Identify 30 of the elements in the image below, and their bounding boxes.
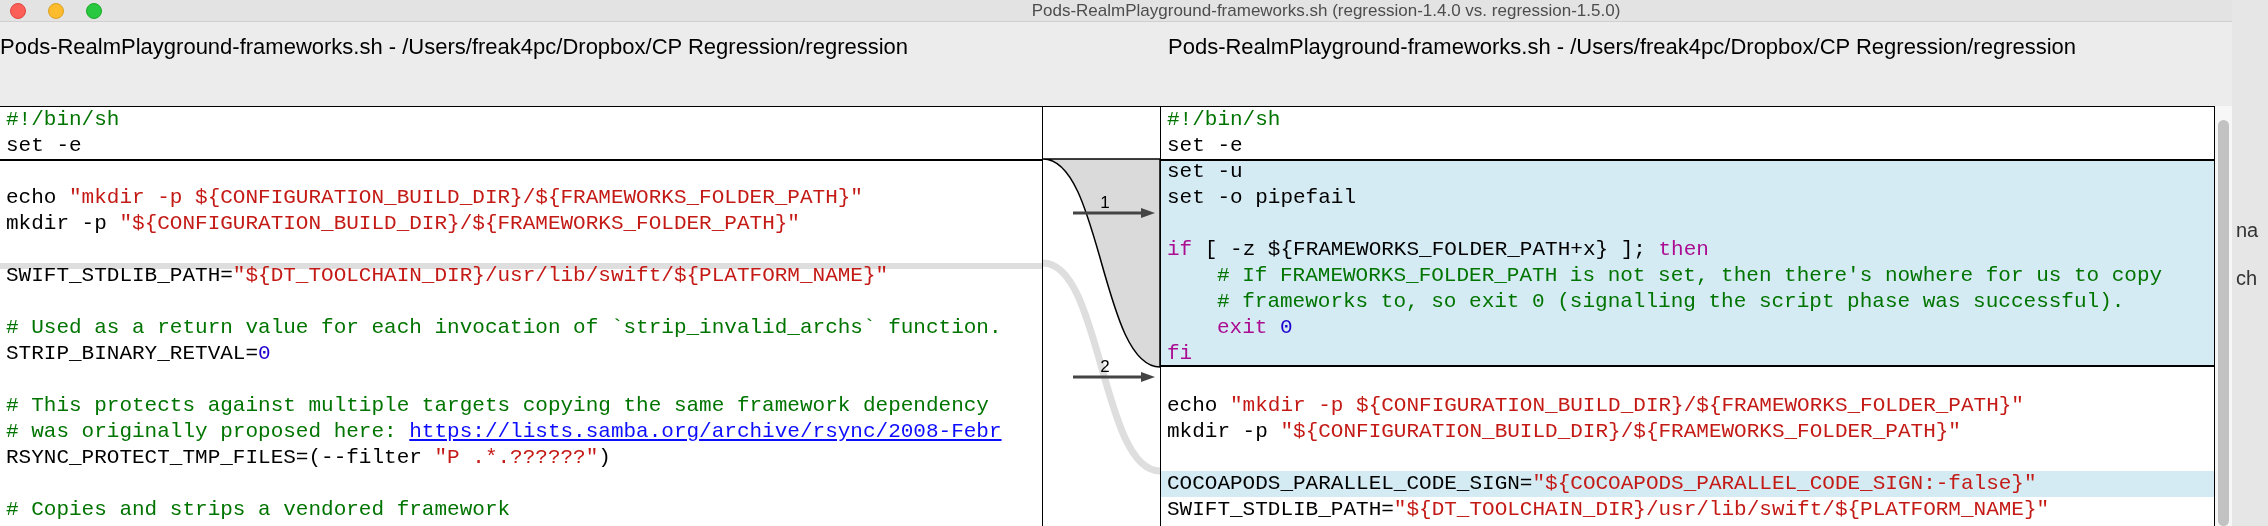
window-title: Pods-RealmPlayground-frameworks.sh (regression-1.4.0 vs. regression-1.5.0)	[1031, 0, 1621, 22]
code-line: # Copies and strips a vendored framework	[5, 497, 512, 523]
code-line: SWIFT_STDLIB_PATH="${DT_TOOLCHAIN_DIR}/usr/lib/swift/${PLATFORM_NAME}"	[1166, 497, 2051, 523]
diff-number: 1	[1100, 193, 1110, 212]
code-line: #!/bin/sh	[1166, 107, 1282, 133]
arrow[interactable]	[1073, 372, 1155, 382]
scrollbar[interactable]	[2215, 106, 2232, 526]
background-text: na	[2235, 218, 2260, 243]
code-line: mkdir -p "${CONFIGURATION_BUILD_DIR}/${FRAMEWORKS_FOLDER_PATH}"	[5, 211, 801, 237]
zoom-button[interactable]	[86, 3, 102, 19]
minimize-button[interactable]	[48, 3, 64, 19]
arrow[interactable]	[1073, 208, 1155, 218]
code-line: echo "mkdir -p ${CONFIGURATION_BUILD_DIR}/${FRAMEWORKS_FOLDER_PATH}"	[5, 185, 864, 211]
code-line: SWIFT_STDLIB_PATH="${DT_TOOLCHAIN_DIR}/usr/lib/swift/${PLATFORM_NAME}"	[0, 263, 1042, 289]
close-button[interactable]	[10, 3, 26, 19]
code-line: #!/bin/sh	[5, 107, 121, 133]
code-line: # This protects against multiple targets copying the same framework dependency	[5, 393, 990, 419]
code-line: STRIP_BINARY_RETVAL=0	[5, 341, 272, 367]
diff-number: 2	[1100, 357, 1110, 376]
code-line: set -e	[1166, 133, 1244, 159]
file-path: Pods-RealmPlayground-frameworks.sh - /Users/freak4pc/Dropbox/CP Regression/regression	[0, 34, 909, 59]
code-line: set -e	[5, 133, 83, 159]
code-line: echo "mkdir -p ${CONFIGURATION_BUILD_DIR}/${FRAMEWORKS_FOLDER_PATH}"	[1166, 393, 2025, 419]
code-line: mkdir -p "${CONFIGURATION_BUILD_DIR}/${FRAMEWORKS_FOLDER_PATH}"	[1166, 419, 1962, 445]
link[interactable]: https://lists.samba.org/archive/rsync/2008-Febr	[409, 420, 1002, 443]
file-path: Pods-RealmPlayground-frameworks.sh - /Users/freak4pc/Dropbox/CP Regression/regression	[1168, 34, 2077, 59]
code-line: # was originally proposed here: https://lists.samba.org/archive/rsync/2008-Febr	[5, 419, 1003, 445]
code-line: # Used as a return value for each invocation of `strip_invalid_archs` function.	[5, 315, 1003, 341]
code-line: RSYNC_PROTECT_TMP_FILES=(--filter "P .*.??????")	[5, 445, 612, 471]
background-text: ch	[2235, 266, 2259, 291]
